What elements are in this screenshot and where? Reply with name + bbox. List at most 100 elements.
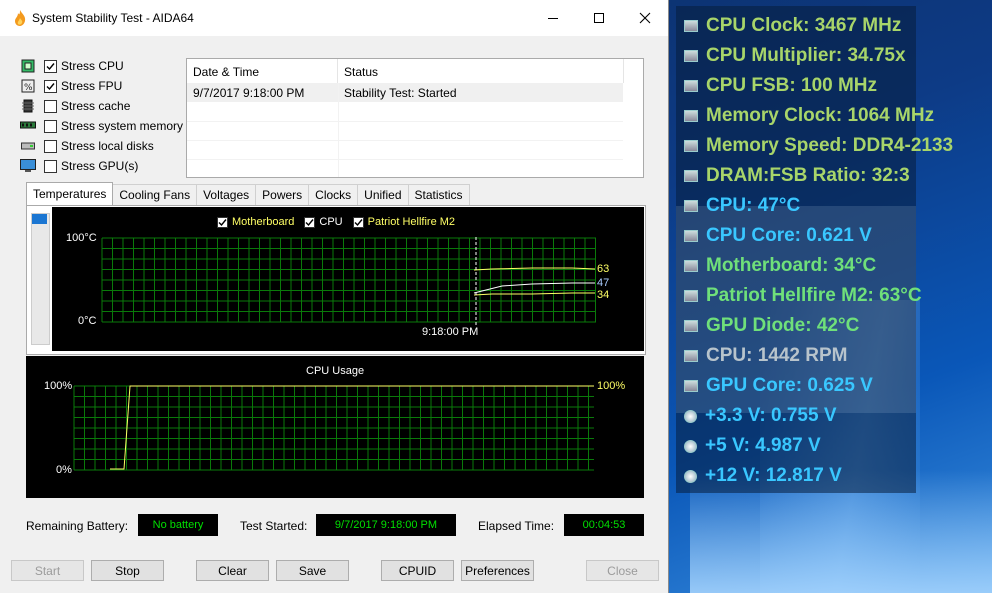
osd-sensor-row: +3.3 V: 0.755 V [684,401,837,431]
close-button[interactable]: Close [586,560,659,581]
osd-sensor-text: +12 V: 12.817 V [705,465,842,486]
cache-chip-icon [20,99,36,113]
osd-sensor-text: CPU: 1442 RPM [706,345,848,366]
osd-sensor-text: Motherboard: 34°C [706,255,877,276]
stress-cache-label: Stress cache [61,99,131,113]
column-header-datetime[interactable]: Date & Time [187,59,338,83]
stress-option-gpu[interactable]: Stress GPU(s) [20,156,185,176]
test-started-value: 9/7/2017 9:18:00 PM [316,514,456,536]
tab-statistics[interactable]: Statistics [407,184,470,205]
osd-sensor-text: Memory Speed: DDR4-2133 [706,135,954,156]
stress-option-memory[interactable]: Stress system memory [20,116,185,136]
table-row[interactable]: 9/7/2017 9:18:00 PM Stability Test: Star… [187,83,623,102]
row-divider [187,140,623,141]
clear-button[interactable]: Clear [196,560,269,581]
stress-option-fpu[interactable]: % Stress FPU [20,76,185,96]
osd-sensor-row: CPU FSB: 100 MHz [684,71,877,101]
voltage-sensor-icon [684,409,697,423]
cpu-sensor-icon [684,200,698,212]
cpu-temperature-line [473,282,595,294]
battery-label: Remaining Battery: [26,519,129,533]
stress-option-cache[interactable]: Stress cache [20,96,185,116]
osd-sensor-row: Memory Clock: 1064 MHz [684,101,934,131]
elapsed-time-value: 00:04:53 [564,514,644,536]
preferences-button[interactable]: Preferences [461,560,534,581]
svg-text:%: % [24,83,33,93]
stop-button[interactable]: Stop [91,560,164,581]
osd-sensor-row: DRAM:FSB Ratio: 32:3 [684,161,910,191]
tab-temperatures[interactable]: Temperatures [26,182,114,205]
minimize-button[interactable] [530,0,576,36]
checkmark-icon [218,218,227,226]
cpuid-button[interactable]: CPUID [381,560,454,581]
column-header-status[interactable]: Status [338,59,624,83]
osd-sensor-row: Patriot Hellfire M2: 63°C [684,281,922,311]
motherboard-temp-readout: 34 [597,289,610,301]
title-bar[interactable]: System Stability Test - AIDA64 [0,0,668,36]
stress-cpu-checkbox[interactable] [44,59,57,73]
voltage-sensor-icon [684,439,697,453]
temp-axis-bottom-label: 0°C [78,315,97,327]
close-window-button[interactable] [622,0,668,36]
osd-sensor-row: CPU: 1442 RPM [684,341,848,371]
stress-memory-checkbox[interactable] [44,119,57,133]
monitor-sensor-icon [684,380,698,392]
disk-sensor-icon [684,290,698,302]
legend-motherboard-checkbox[interactable] [217,216,228,228]
osd-sensor-row: CPU: 47°C [684,191,800,221]
cpu-chip-icon [20,59,36,73]
cpu-sensor-icon [684,20,698,32]
osd-sensor-text: CPU FSB: 100 MHz [706,75,878,96]
stress-gpu-checkbox[interactable] [44,159,57,173]
checkmark-icon [46,82,55,90]
osd-sensor-text: Patriot Hellfire M2: 63°C [706,285,922,306]
monitor-sensor-icon [684,230,698,242]
stress-options: Stress CPU % Stress FPU Stress cache Str… [20,56,185,176]
save-button[interactable]: Save [276,560,349,581]
stress-fpu-checkbox[interactable] [44,79,57,93]
stress-disks-checkbox[interactable] [44,139,57,153]
temp-axis-top-label: 100°C [66,232,97,244]
row-divider [187,159,623,160]
scrollbar-thumb[interactable] [32,214,47,224]
stress-option-cpu[interactable]: Stress CPU [20,56,185,76]
tab-unified[interactable]: Unified [357,184,409,205]
tab-powers[interactable]: Powers [255,184,310,205]
stress-disks-label: Stress local disks [61,139,154,153]
start-button[interactable]: Start [11,560,84,581]
tab-cooling-fans[interactable]: Cooling Fans [112,184,198,205]
tab-clocks[interactable]: Clocks [308,184,359,205]
osd-sensor-text: CPU Multiplier: 34.75x [706,45,906,66]
cpu-temp-readout: 47 [597,277,610,289]
cpu-sensor-icon [684,50,698,62]
stress-cache-checkbox[interactable] [44,99,57,113]
stress-option-disks[interactable]: Stress local disks [20,136,185,156]
graph-item-scrollbar[interactable] [31,213,50,345]
tab-voltages[interactable]: Voltages [196,184,257,205]
voltage-sensor-icon [684,469,697,483]
memory-sensor-icon [684,110,698,122]
legend-cpu-checkbox[interactable] [304,216,316,228]
osd-sensor-row: GPU Diode: 42°C [684,311,859,341]
osd-sensor-text: GPU Diode: 42°C [706,315,860,336]
cpu-sensor-icon [684,80,698,92]
stress-gpu-label: Stress GPU(s) [61,159,139,173]
disk-drive-icon [20,139,36,153]
maximize-button[interactable] [576,0,622,36]
legend-patriot-checkbox[interactable] [352,216,364,228]
legend-patriot-label: Patriot Hellfire M2 [367,216,456,228]
cpu-usage-readout: 100% [597,380,626,392]
osd-sensor-row: CPU Multiplier: 34.75x [684,41,906,71]
osd-sensor-row: Motherboard: 34°C [684,251,876,281]
cpu-axis-bottom-label: 0% [56,464,72,476]
log-status: Stability Test: Started [344,86,457,100]
aida64-flame-icon [15,10,26,26]
memory-sensor-icon [684,170,698,182]
close-icon [639,12,651,24]
motherboard-temperature-line [473,292,595,296]
cpu-usage-grid [73,385,594,471]
osd-sensor-row: Memory Speed: DDR4-2133 [684,131,953,161]
test-log-table[interactable]: Date & Time Status 9/7/2017 9:18:00 PM S… [186,58,644,178]
patriot-temp-readout: 63 [597,263,610,275]
maximize-icon [594,13,604,23]
